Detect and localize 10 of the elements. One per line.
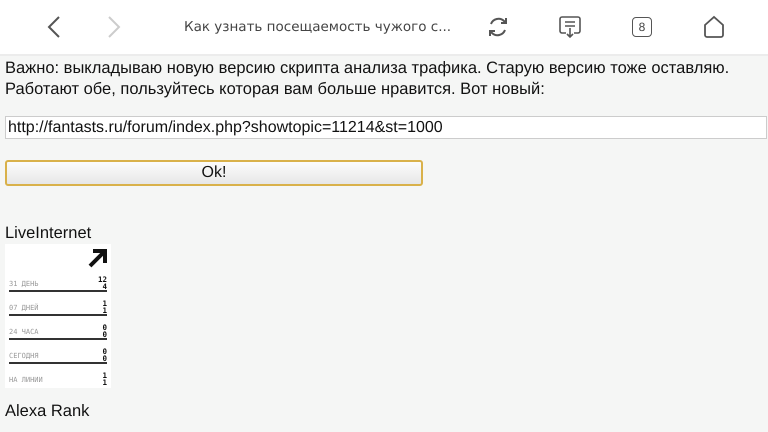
page-title: Как узнать посещаемость чужого с...: [184, 19, 452, 35]
tabs-button[interactable]: 8: [626, 11, 658, 43]
ok-button[interactable]: Ok!: [5, 160, 423, 186]
chevron-left-icon: [47, 15, 61, 39]
intro-paragraph: Важно: выкладываю новую версию скрипта анализа трафика. Старую версию тоже оставляю. Работают обе, пользуйтесь которая вам больше нравится. Вот новый:: [5, 58, 730, 100]
section-heading: LiveInternet: [5, 224, 92, 243]
arrow-icon: [87, 248, 107, 268]
section-heading: Alexa Rank: [5, 402, 90, 421]
url-field[interactable]: http://fantasts.ru/forum/index.php?showtopic=11214&st=1000: [5, 116, 767, 139]
chevron-right-icon: [107, 15, 121, 39]
